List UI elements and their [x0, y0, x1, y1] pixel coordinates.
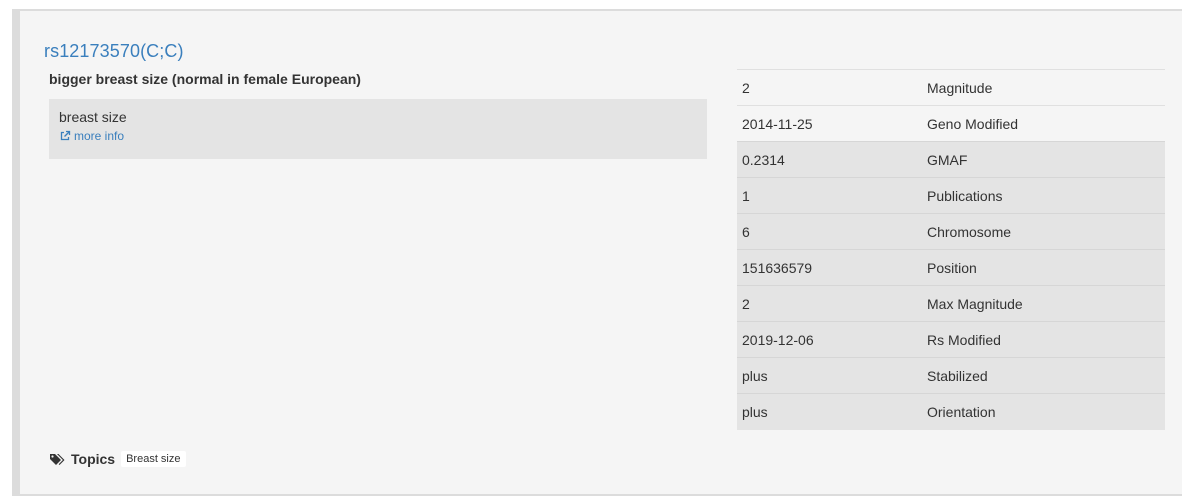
- description-text: breast size: [59, 109, 127, 125]
- table-row: plus Orientation: [737, 393, 1165, 430]
- tags-icon: [49, 453, 65, 466]
- table-row: 0.2314 GMAF: [737, 141, 1165, 178]
- attribute-label: Rs Modified: [922, 321, 1165, 358]
- attribute-label: Publications: [922, 177, 1165, 214]
- attribute-value: plus: [737, 357, 922, 394]
- topic-chip-breast-size[interactable]: Breast size: [121, 451, 186, 467]
- attribute-label: Geno Modified: [922, 105, 1165, 142]
- table-row: 2014-11-25 Geno Modified: [737, 105, 1165, 142]
- table-row: 6 Chromosome: [737, 213, 1165, 250]
- genotype-card: rs12173570(C;C) bigger breast size (norm…: [12, 9, 1182, 496]
- table-row: 2 Magnitude: [737, 69, 1165, 106]
- attribute-value: 6: [737, 213, 922, 250]
- attribute-value: 151636579: [737, 249, 922, 286]
- attribute-value: 1: [737, 177, 922, 214]
- attribute-label: Position: [922, 249, 1165, 286]
- table-row: 151636579 Position: [737, 249, 1165, 286]
- more-info-label: more info: [74, 129, 125, 143]
- external-link-icon: [59, 130, 71, 142]
- table-row: 1 Publications: [737, 177, 1165, 214]
- attribute-value: plus: [737, 393, 922, 430]
- attribute-value: 2: [737, 69, 922, 106]
- description-box: breast size more info: [49, 99, 707, 159]
- attribute-label: Stabilized: [922, 357, 1165, 394]
- attribute-label: Max Magnitude: [922, 285, 1165, 322]
- genotype-title-link[interactable]: rs12173570(C;C): [44, 41, 184, 62]
- attribute-label: Orientation: [922, 393, 1165, 430]
- table-row: plus Stabilized: [737, 357, 1165, 394]
- attribute-label: GMAF: [922, 141, 1165, 178]
- more-info-link[interactable]: more info: [59, 129, 124, 143]
- table-row: 2 Max Magnitude: [737, 285, 1165, 322]
- attribute-label: Magnitude: [922, 69, 1165, 106]
- topics-label: Topics: [71, 451, 116, 467]
- attribute-label: Chromosome: [922, 213, 1165, 250]
- table-row: 2019-12-06 Rs Modified: [737, 321, 1165, 358]
- topics-section: Topics Breast size: [49, 451, 186, 467]
- attribute-value: 0.2314: [737, 141, 922, 178]
- attribute-value: 2014-11-25: [737, 105, 922, 142]
- attribute-value: 2019-12-06: [737, 321, 922, 358]
- attributes-table: 2 Magnitude 2014-11-25 Geno Modified 0.2…: [737, 69, 1165, 430]
- attribute-value: 2: [737, 285, 922, 322]
- genotype-summary: bigger breast size (normal in female Eur…: [49, 71, 361, 87]
